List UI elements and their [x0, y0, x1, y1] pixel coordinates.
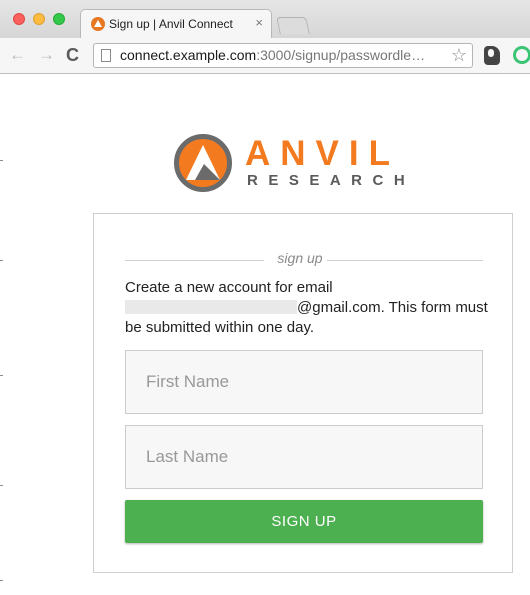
window-minimize-button[interactable]	[33, 13, 45, 25]
address-bar[interactable]: connect.example.com:3000/signup/password…	[93, 43, 473, 68]
anvil-logo-icon	[174, 134, 232, 192]
reload-icon[interactable]: C	[66, 44, 79, 66]
edge-tick	[0, 375, 3, 376]
logo-tagline: RESEARCH	[247, 172, 416, 189]
forward-arrow-icon[interactable]: →	[38, 44, 55, 66]
form-heading: sign up	[125, 246, 483, 266]
window-close-button[interactable]	[13, 13, 25, 25]
page-content: ANVIL RESEARCH sign up Create a new acco…	[0, 75, 530, 595]
edge-tick	[0, 485, 3, 486]
back-arrow-icon[interactable]: ←	[9, 44, 26, 66]
edge-tick	[0, 580, 3, 581]
divider	[125, 260, 264, 261]
edge-tick	[0, 260, 3, 261]
intro-before-email: Create a new account for email	[125, 279, 333, 296]
url-path: :3000/signup/passwordle…	[256, 47, 426, 63]
page-icon	[101, 49, 111, 62]
signup-intro-text: Create a new account for email @gmail.co…	[125, 278, 490, 338]
bookmark-star-icon[interactable]: ☆	[451, 45, 467, 66]
divider	[327, 260, 483, 261]
edge-tick	[0, 160, 3, 161]
redacted-email	[125, 300, 297, 314]
green-extension-icon[interactable]	[513, 46, 530, 64]
evernote-extension-icon[interactable]	[484, 46, 500, 65]
window-maximize-button[interactable]	[53, 13, 65, 25]
form-heading-text: sign up	[277, 250, 323, 266]
url-text[interactable]: connect.example.com:3000/signup/password…	[120, 47, 442, 63]
browser-window: Sign up | Anvil Connect × ← → C connect.…	[0, 0, 530, 595]
logo-wordmark: ANVIL	[245, 134, 400, 173]
url-host: connect.example.com	[120, 47, 257, 63]
tab-strip: Sign up | Anvil Connect ×	[0, 0, 530, 38]
first-name-input[interactable]	[125, 350, 483, 414]
tab-close-icon[interactable]: ×	[255, 16, 263, 30]
last-name-input[interactable]	[125, 425, 483, 489]
signup-card: sign up Create a new account for email @…	[93, 213, 513, 573]
anvil-research-logo: ANVIL RESEARCH	[173, 133, 435, 193]
email-domain: @gmail.com	[297, 299, 381, 316]
sign-up-button[interactable]: SIGN UP	[125, 500, 483, 543]
new-tab-button[interactable]	[276, 17, 310, 34]
browser-toolbar: ← → C connect.example.com:3000/signup/pa…	[0, 38, 530, 74]
tab-signup[interactable]: Sign up | Anvil Connect ×	[80, 9, 272, 38]
anvil-favicon-icon	[91, 17, 105, 31]
tab-title: Sign up | Anvil Connect	[109, 17, 233, 31]
